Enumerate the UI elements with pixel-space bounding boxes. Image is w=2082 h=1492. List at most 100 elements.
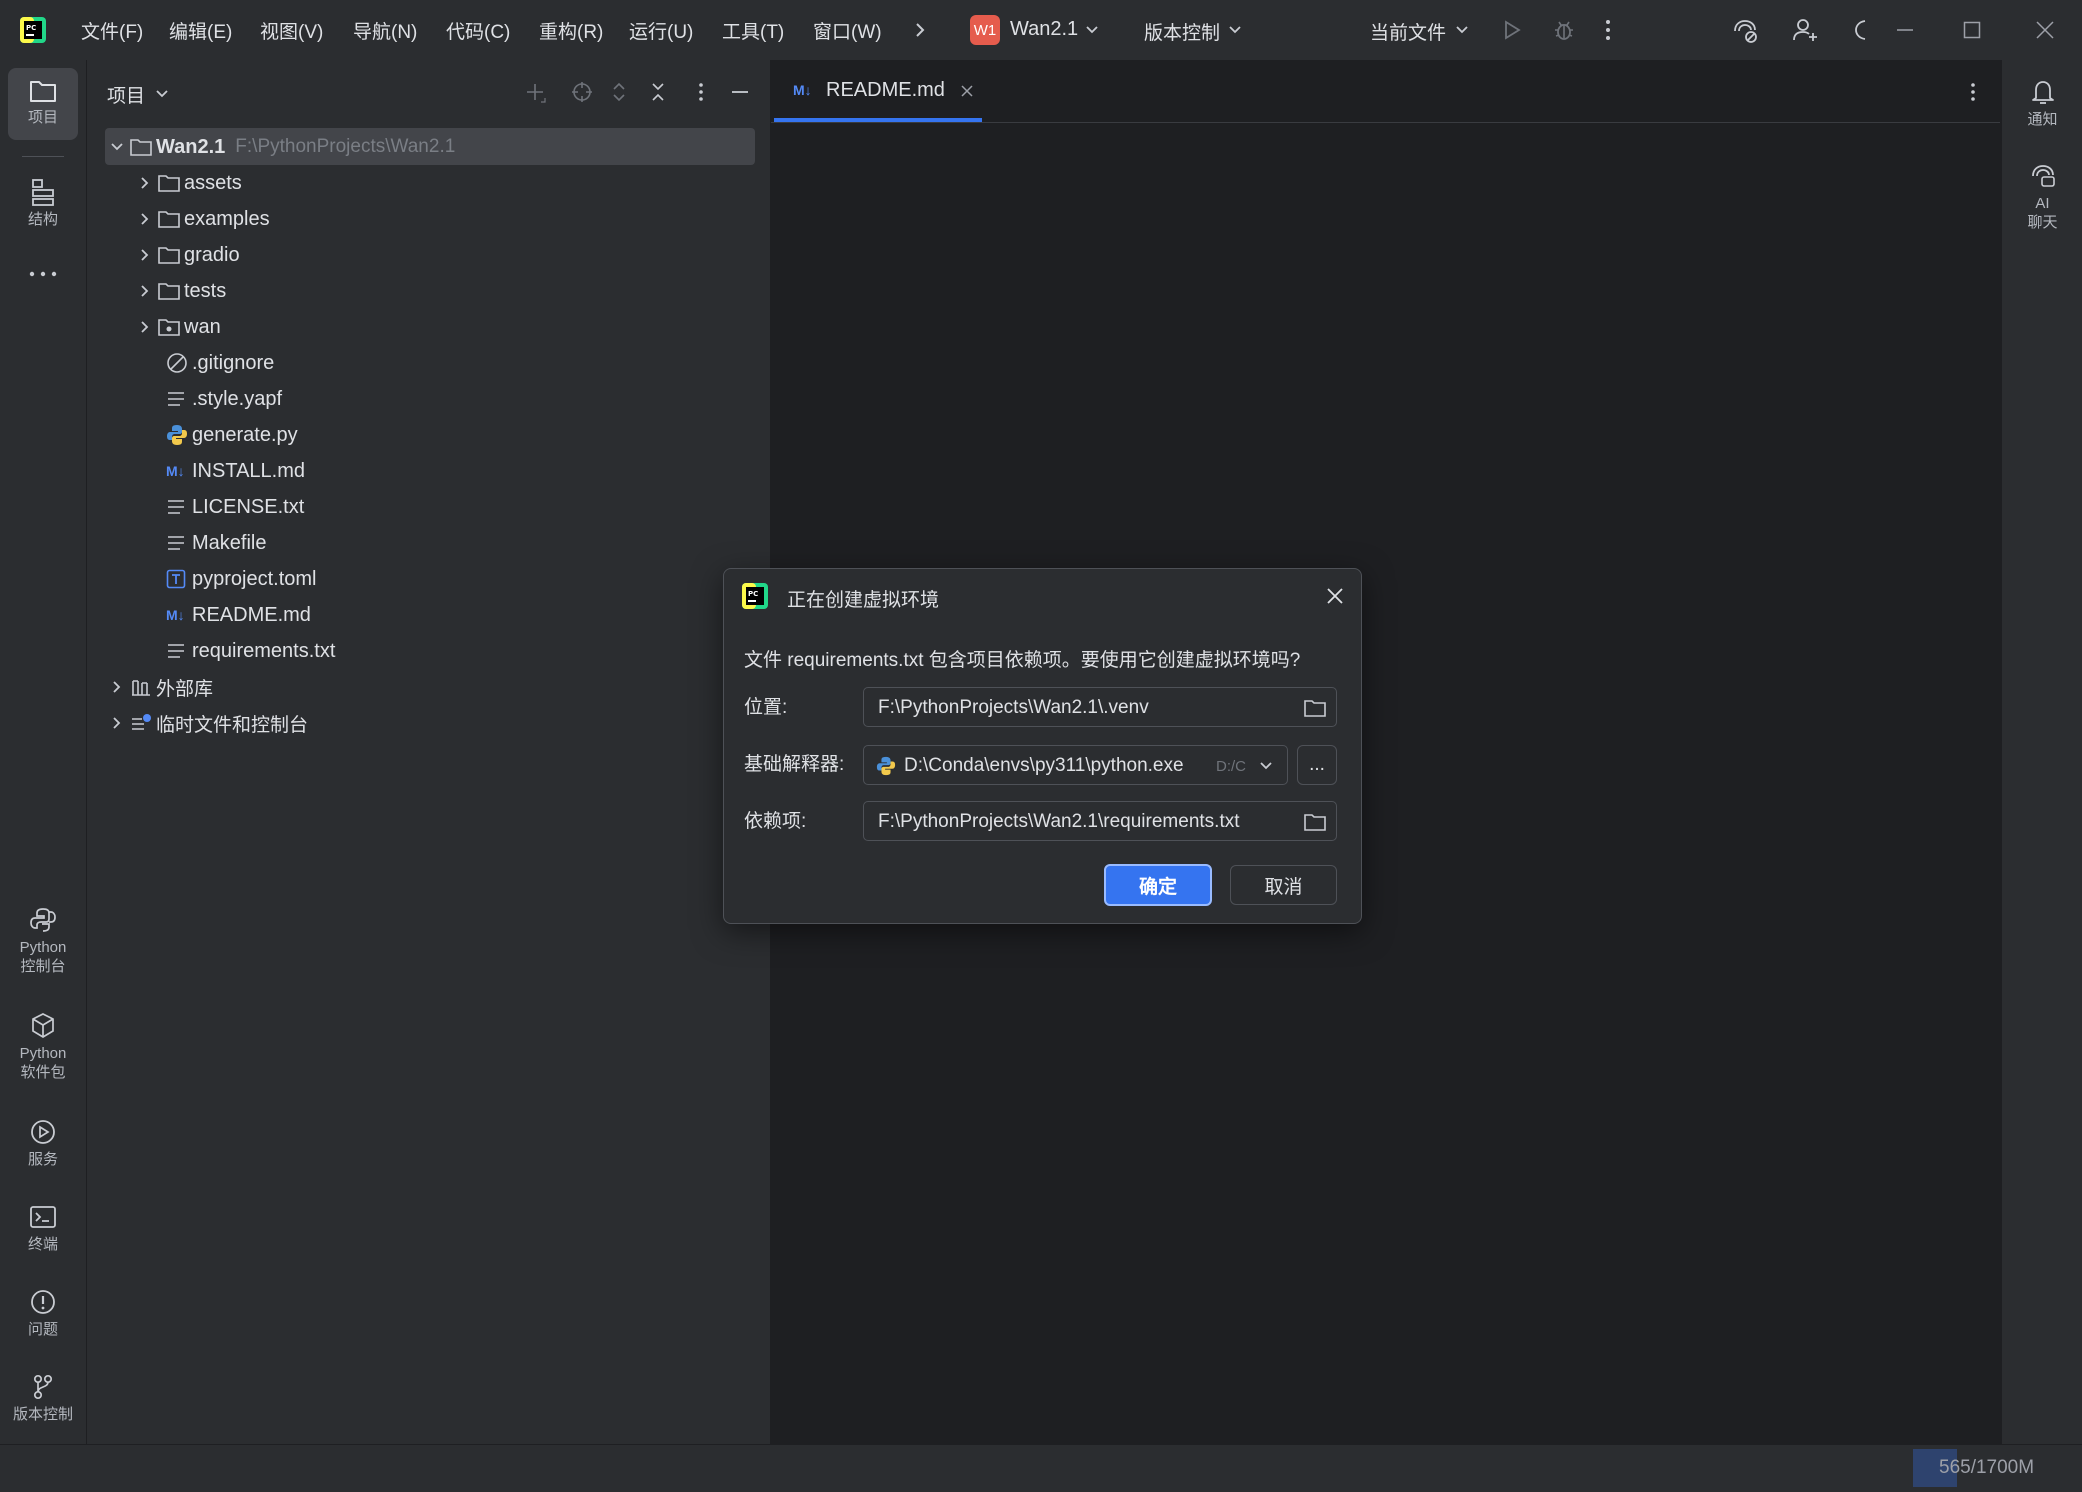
bell-icon bbox=[2031, 81, 2054, 104]
tree-item-makefile[interactable]: Makefile bbox=[166, 526, 266, 560]
tree-item-install-md[interactable]: M↓ INSTALL.md bbox=[166, 454, 305, 488]
memory-indicator[interactable]: 565/1700M bbox=[1913, 1449, 2046, 1487]
tool-project[interactable]: 项目 bbox=[0, 68, 86, 158]
tool-problems[interactable]: 问题 bbox=[0, 1288, 86, 1339]
maximize-icon[interactable] bbox=[1963, 21, 1981, 39]
pycharm-logo-icon[interactable]: PC bbox=[20, 17, 46, 43]
interpreter-browse-button[interactable]: ... bbox=[1297, 745, 1337, 785]
location-field[interactable]: F:\PythonProjects\Wan2.1\.venv bbox=[863, 687, 1337, 727]
close-window-icon[interactable] bbox=[2035, 20, 2055, 40]
more-actions-icon[interactable] bbox=[1604, 17, 1612, 43]
tree-scratches[interactable]: 临时文件和控制台 bbox=[110, 706, 308, 740]
chevron-right-icon[interactable] bbox=[138, 320, 158, 334]
folder-icon bbox=[130, 137, 156, 157]
tree-item-requirements-txt[interactable]: requirements.txt bbox=[166, 634, 335, 668]
chevron-right-icon[interactable] bbox=[110, 716, 130, 730]
dialog-close-icon[interactable] bbox=[1326, 587, 1344, 605]
vcs-chevron-down-icon[interactable] bbox=[1228, 23, 1242, 37]
chevron-right-icon[interactable] bbox=[138, 248, 158, 262]
ok-button[interactable]: 确定 bbox=[1104, 864, 1212, 906]
create-venv-dialog: PC 正在创建虚拟环境 文件 requirements.txt 包含项目依赖项。… bbox=[723, 568, 1362, 924]
add-user-icon[interactable] bbox=[1791, 16, 1819, 44]
editor-tab-label: README.md bbox=[826, 79, 945, 101]
menu-window[interactable]: 窗口(W) bbox=[813, 17, 882, 44]
editor-tabs-options-icon[interactable] bbox=[1969, 80, 1977, 104]
new-file-icon[interactable] bbox=[523, 80, 547, 104]
project-chevron-down-icon[interactable] bbox=[1085, 23, 1099, 37]
tool-terminal[interactable]: 终端 bbox=[0, 1203, 86, 1254]
tree-item-gitignore[interactable]: .gitignore bbox=[166, 346, 274, 380]
dependencies-field[interactable]: F:\PythonProjects\Wan2.1\requirements.tx… bbox=[863, 801, 1337, 841]
tool-separator bbox=[22, 156, 64, 157]
tab-close-icon[interactable] bbox=[960, 84, 974, 98]
tree-item-gradio[interactable]: gradio bbox=[138, 238, 240, 272]
svg-text:PC: PC bbox=[748, 590, 758, 598]
menu-run[interactable]: 运行(U) bbox=[629, 17, 693, 44]
menu-tools[interactable]: 工具(T) bbox=[722, 17, 784, 44]
tree-item-assets[interactable]: assets bbox=[138, 166, 242, 200]
run-icon[interactable] bbox=[1500, 18, 1524, 42]
menu-code[interactable]: 代码(C) bbox=[446, 17, 510, 44]
project-name[interactable]: Wan2.1 bbox=[1010, 18, 1078, 41]
tree-item-label: assets bbox=[184, 171, 242, 194]
menu-file[interactable]: 文件(F) bbox=[81, 17, 143, 44]
tree-item-label: pyproject.toml bbox=[192, 567, 317, 590]
menu-view[interactable]: 视图(V) bbox=[260, 17, 323, 44]
menu-edit[interactable]: 编辑(E) bbox=[169, 17, 232, 44]
tool-more[interactable] bbox=[0, 270, 86, 278]
menu-more-chevron-icon[interactable] bbox=[912, 20, 928, 40]
tree-item-pyproject-toml[interactable]: pyproject.toml bbox=[166, 562, 317, 596]
chevron-down-icon[interactable] bbox=[110, 140, 130, 154]
collapse-all-icon[interactable] bbox=[648, 80, 668, 104]
tree-item-wan[interactable]: wan bbox=[138, 310, 221, 344]
tool-notifications[interactable]: 通知 bbox=[2002, 78, 2082, 129]
run-config-selector[interactable]: 当前文件 bbox=[1370, 18, 1446, 45]
debug-icon[interactable] bbox=[1551, 17, 1577, 43]
ai-assistant-icon[interactable] bbox=[1731, 17, 1759, 45]
tool-python-packages[interactable]: Python 软件包 bbox=[0, 1012, 86, 1082]
tool-vcs[interactable]: 版本控制 bbox=[0, 1373, 86, 1424]
menu-navigate[interactable]: 导航(N) bbox=[353, 17, 417, 44]
panel-title-chevron-down-icon[interactable] bbox=[155, 87, 169, 101]
editor-tab-readme[interactable]: M↓ README.md bbox=[774, 60, 982, 122]
panel-title[interactable]: 项目 bbox=[107, 81, 145, 108]
cancel-button[interactable]: 取消 bbox=[1230, 865, 1337, 905]
chevron-right-icon[interactable] bbox=[138, 284, 158, 298]
tree-item-license-txt[interactable]: LICENSE.txt bbox=[166, 490, 304, 524]
tool-services[interactable]: 服务 bbox=[0, 1118, 86, 1169]
chevron-right-icon[interactable] bbox=[110, 680, 130, 694]
menu-refactor[interactable]: 重构(R) bbox=[539, 17, 603, 44]
tree-external-libraries[interactable]: 外部库 bbox=[110, 670, 213, 704]
hide-panel-icon[interactable] bbox=[730, 80, 750, 104]
tree-item-label: requirements.txt bbox=[192, 639, 336, 662]
project-badge[interactable]: W1 bbox=[970, 15, 1000, 45]
scratches-icon bbox=[130, 713, 156, 733]
chevron-right-icon[interactable] bbox=[138, 176, 158, 190]
python-packages-icon bbox=[32, 1013, 54, 1038]
tool-python-console[interactable]: Python 控制台 bbox=[0, 906, 86, 976]
tree-item-generate-py[interactable]: generate.py bbox=[166, 418, 298, 452]
markdown-file-icon: M↓ bbox=[166, 463, 185, 479]
tree-item-readme-md[interactable]: M↓ README.md bbox=[166, 598, 311, 632]
vcs-widget[interactable]: 版本控制 bbox=[1144, 18, 1220, 45]
folder-icon bbox=[158, 209, 184, 229]
tool-structure[interactable]: 结构 bbox=[0, 178, 86, 229]
tree-item-tests[interactable]: tests bbox=[138, 274, 226, 308]
interpreter-select[interactable]: D:\Conda\envs\py311\python.exe D:/C bbox=[863, 745, 1288, 785]
tool-services-label: 服务 bbox=[27, 1151, 58, 1168]
locate-file-icon[interactable] bbox=[570, 80, 594, 104]
run-config-chevron-down-icon[interactable] bbox=[1455, 23, 1469, 37]
tree-item-label: gradio bbox=[184, 243, 240, 266]
browse-folder-icon[interactable] bbox=[1304, 812, 1326, 832]
tool-ai-chat[interactable]: AI 聊天 bbox=[2002, 162, 2082, 232]
expand-all-icon[interactable] bbox=[609, 80, 629, 104]
tree-item-label: INSTALL.md bbox=[192, 459, 305, 482]
tree-item-style-yapf[interactable]: .style.yapf bbox=[166, 382, 282, 416]
browse-folder-icon[interactable] bbox=[1304, 698, 1326, 718]
panel-options-icon[interactable] bbox=[697, 80, 705, 104]
minimize-icon[interactable] bbox=[1896, 28, 1914, 32]
interpreter-chevron-down-icon[interactable] bbox=[1259, 759, 1273, 773]
tree-root[interactable]: Wan2.1 F:\PythonProjects\Wan2.1 bbox=[110, 130, 455, 164]
tree-item-examples[interactable]: examples bbox=[138, 202, 270, 236]
chevron-right-icon[interactable] bbox=[138, 212, 158, 226]
